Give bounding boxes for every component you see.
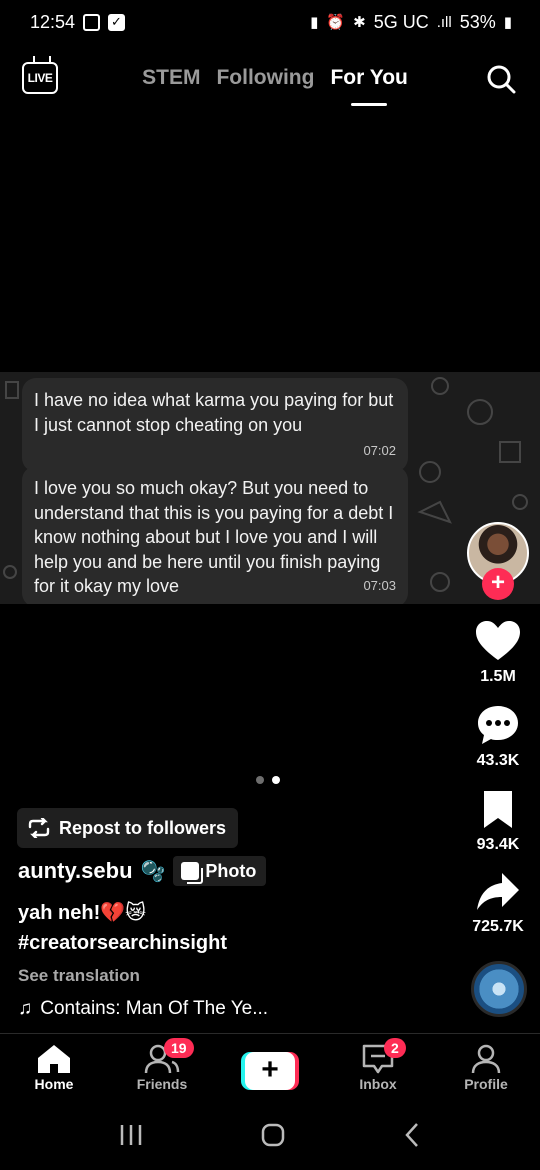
screenshot-icon [83,13,101,31]
plus-icon: + [245,1052,295,1090]
page-dot [256,776,264,784]
nav-friends[interactable]: Friends 19 [108,1034,216,1099]
alarm-icon: ⏰ [326,14,346,31]
see-translation-link[interactable]: See translation [18,966,140,986]
repost-button[interactable]: Repost to followers [17,808,239,848]
photo-badge: Photo [173,856,267,886]
chat-message: I love you so much okay? But you need to… [22,466,408,604]
system-nav [0,1100,540,1170]
nav-inbox-label: Inbox [359,1076,397,1092]
signal-icon: .ıll [436,13,452,31]
nav-home[interactable]: Home [0,1034,108,1099]
nav-inbox[interactable]: Inbox 2 [324,1034,432,1099]
network-type: 5G UC [373,11,429,32]
battery-saver-icon: ▮ [310,14,319,31]
top-nav: LIVE STEM Following For You [0,56,540,116]
back-icon[interactable] [402,1122,422,1148]
status-left: 12:54 [0,11,540,604]
repost-label: Repost to followers [59,817,227,838]
music-info[interactable]: ♫ Contains: Man Of The Ye... [18,998,268,1020]
inbox-badge: 2 [384,1038,406,1058]
username-row: aunty.sebu 🫧 Photo [18,856,267,886]
repost-icon [28,818,50,838]
nav-profile[interactable]: Profile [432,1034,540,1099]
post-image[interactable]: I have no idea what karma you paying for… [0,372,540,604]
music-disc[interactable] [471,961,527,1017]
battery-icon: ▮ [503,14,512,31]
home-button-icon[interactable] [260,1122,286,1148]
hashtag-link[interactable]: #creatorsearchinsight [18,932,227,955]
page-dot-active [272,776,280,784]
create-button[interactable]: + [241,1052,299,1090]
friends-badge: 19 [164,1038,194,1058]
home-icon [38,1045,70,1073]
comment-button[interactable]: 43.3K [466,704,530,770]
share-button[interactable]: 725.7K [466,872,530,936]
status-time: 12:54 [30,11,76,32]
comment-icon [478,706,518,744]
like-button[interactable]: 1.5M [466,620,530,686]
nav-profile-label: Profile [464,1076,508,1092]
bottom-nav: Home Friends 19 + Inbox 2 Profile [0,1033,540,1099]
search-icon[interactable] [486,64,516,94]
nav-friends-label: Friends [136,1076,188,1092]
save-count: 93.4K [476,836,520,853]
status-right: ▮ ⏰ ✱ 5G UC .ıll 53% ▮ [310,12,512,33]
share-icon [477,873,519,910]
nav-home-label: Home [34,1076,74,1092]
tab-for-you[interactable]: For You [330,66,407,90]
bookmark-icon [484,791,512,828]
tab-following[interactable]: Following [216,66,314,90]
photo-badge-label: Photo [205,860,257,881]
message-text: I have no idea what karma you paying for… [34,390,394,435]
tab-stem[interactable]: STEM [142,66,200,90]
bluetooth-icon: ✱ [353,14,366,31]
chat-message: I have no idea what karma you paying for… [22,378,408,472]
battery-percent: 53% [459,11,496,32]
comment-count: 43.3K [476,752,520,769]
photo-stack-icon [181,862,204,884]
page-indicator [256,776,280,784]
follow-button[interactable]: + [482,568,514,600]
heart-icon [476,621,520,660]
creator-avatar-wrap: + [467,522,529,600]
music-title: Contains: Man Of The Ye... [40,998,269,1019]
share-count: 725.7K [472,918,524,935]
bubbles-emoji: 🫧 [140,860,166,883]
music-note-icon: ♫ [18,998,33,1019]
post-caption: yah neh!💔😿 [18,902,146,924]
message-text: I love you so much okay? But you need to… [34,478,394,596]
save-button[interactable]: 93.4K [466,790,530,854]
message-time: 07:02 [363,443,396,458]
username[interactable]: aunty.sebu [18,858,133,884]
message-time: 07:03 [363,578,396,593]
feed-tabs: STEM Following For You [0,66,540,90]
profile-icon [471,1044,501,1074]
recent-apps-icon[interactable] [118,1123,144,1147]
like-count: 1.5M [480,668,516,685]
checkbox-icon [108,13,126,31]
status-bar: 12:54 ▮ ⏰ ✱ 5G UC .ıll 53% ▮ [0,0,540,604]
nav-create[interactable]: + [216,1034,324,1099]
